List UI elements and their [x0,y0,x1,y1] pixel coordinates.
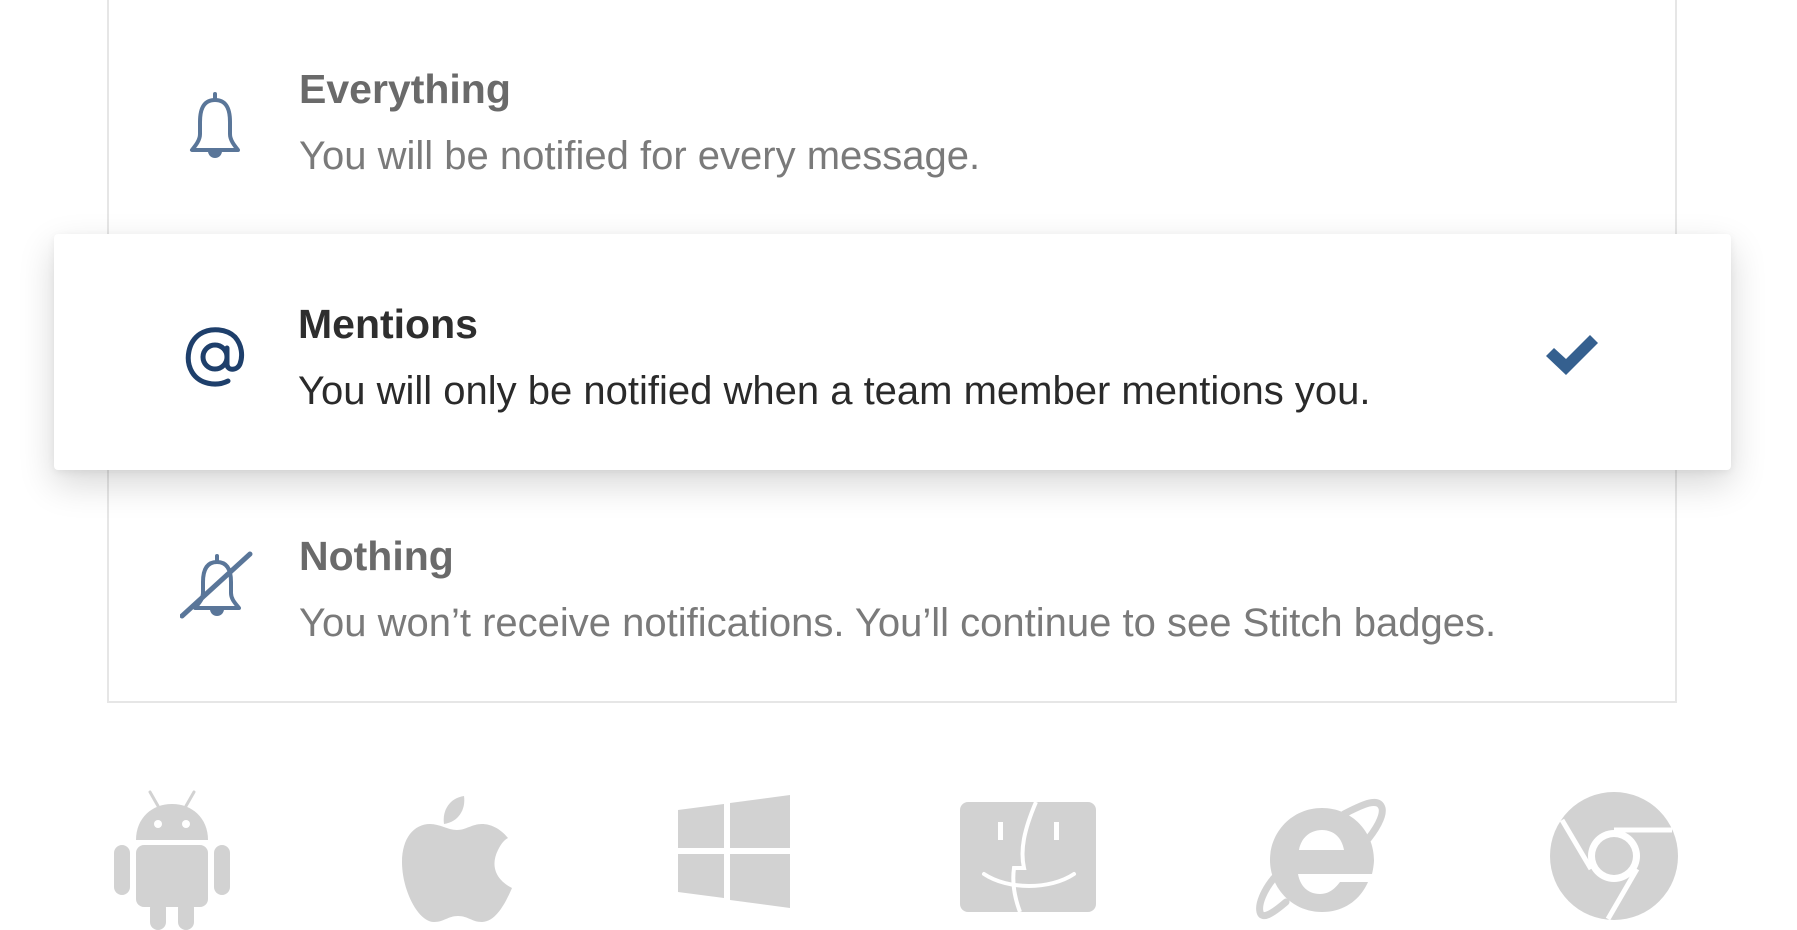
windows-icon [676,790,794,925]
checkmark-icon [1544,332,1600,380]
option-description: You will be notified for every message. [299,134,981,178]
at-sign-icon [180,320,250,390]
option-mentions[interactable]: Mentions You will only be notified when … [54,234,1731,470]
option-description: You won’t receive notifications. You’ll … [299,601,1497,645]
bell-slash-icon [179,548,253,619]
platform-icons-row [0,790,1797,930]
android-icon [112,790,232,930]
option-title: Nothing [299,533,454,579]
apple-icon [400,790,515,930]
option-title: Mentions [298,301,478,347]
notification-settings: Everything You will be notified for ever… [0,0,1797,930]
bell-icon [180,90,250,160]
option-nothing[interactable]: Nothing You won’t receive notifications.… [107,468,1677,700]
internet-explorer-icon [1256,790,1386,930]
option-title: Everything [299,66,511,112]
chrome-icon [1548,790,1680,927]
finder-icon [958,790,1098,920]
option-description: You will only be notified when a team me… [298,369,1371,413]
option-everything[interactable]: Everything You will be notified for ever… [107,0,1677,232]
